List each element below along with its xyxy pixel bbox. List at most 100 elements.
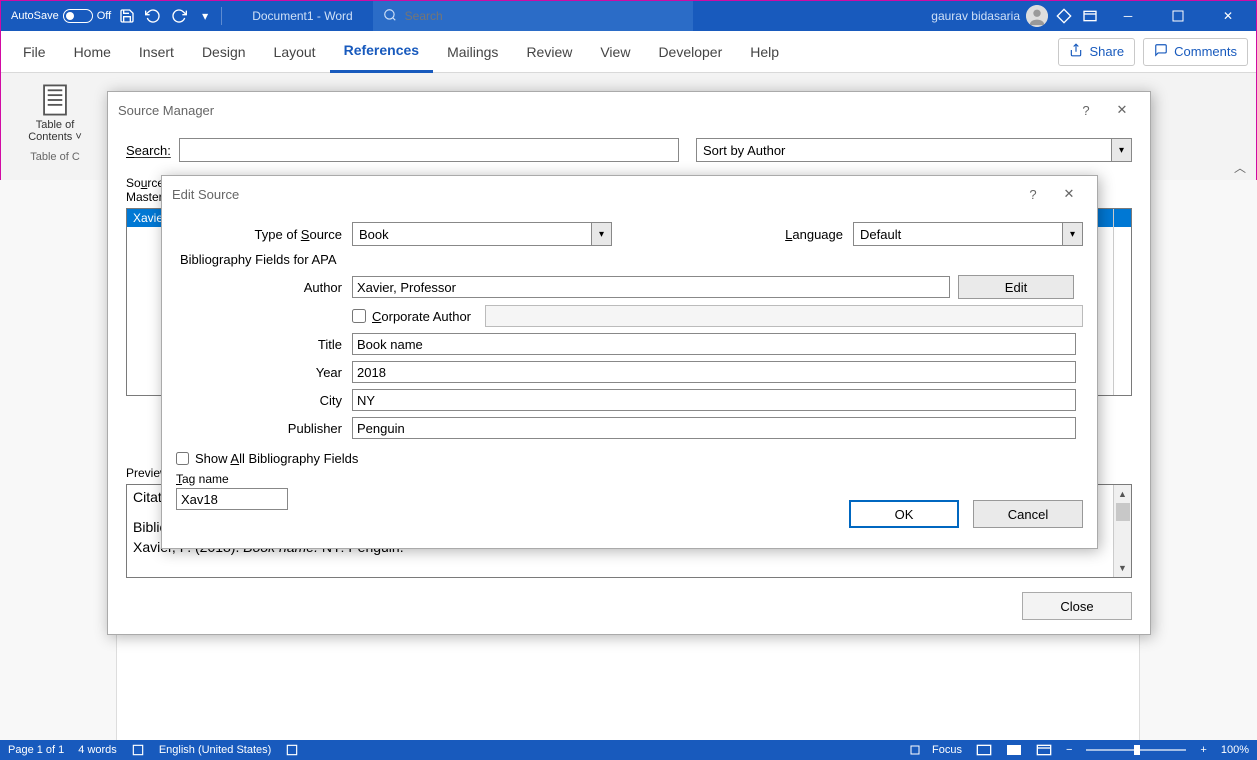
- tab-file[interactable]: File: [9, 31, 60, 73]
- publisher-label: Publisher: [176, 421, 352, 436]
- status-focus[interactable]: Focus: [909, 744, 962, 756]
- ok-button[interactable]: OK: [849, 500, 959, 528]
- zoom-level[interactable]: 100%: [1221, 744, 1249, 756]
- tab-home[interactable]: Home: [60, 31, 125, 73]
- edit-author-button[interactable]: Edit: [958, 275, 1074, 299]
- user-avatar[interactable]: [1026, 5, 1048, 27]
- author-input[interactable]: [352, 276, 950, 298]
- collapse-ribbon-icon[interactable]: ︿: [1234, 159, 1246, 176]
- edit-source-dialog: Edit Source ? ✕ Type of Source Book ▾ La…: [161, 175, 1098, 549]
- dialog-title: Source Manager: [118, 103, 214, 118]
- sm-search-input[interactable]: [179, 138, 679, 162]
- tab-references[interactable]: References: [330, 31, 434, 73]
- status-accessibility-icon[interactable]: [285, 743, 299, 757]
- zoom-in-icon[interactable]: +: [1200, 744, 1206, 756]
- tab-review[interactable]: Review: [512, 31, 586, 73]
- view-read-icon[interactable]: [976, 744, 992, 756]
- scrollbar[interactable]: ▲ ▼: [1113, 485, 1131, 577]
- ribbon-display-icon[interactable]: [1080, 6, 1100, 26]
- show-all-fields-checkbox[interactable]: [176, 452, 189, 465]
- autosave-label: AutoSave: [11, 10, 59, 22]
- user-name: gaurav bidasaria: [931, 9, 1020, 23]
- document-title: Document1 - Word: [232, 9, 372, 23]
- status-spellcheck-icon[interactable]: [131, 743, 145, 757]
- save-icon[interactable]: [117, 6, 137, 26]
- tag-name-label: Tag name: [176, 472, 1083, 486]
- redo-icon[interactable]: [169, 6, 189, 26]
- type-of-source-label: Type of Source: [176, 227, 352, 242]
- tab-view[interactable]: View: [586, 31, 644, 73]
- scroll-up-icon[interactable]: ▲: [1114, 485, 1131, 503]
- close-button[interactable]: ✕: [1206, 1, 1250, 31]
- help-icon[interactable]: ?: [1068, 92, 1104, 128]
- sort-select[interactable]: Sort by Author: [696, 138, 1112, 162]
- search-input[interactable]: [405, 9, 683, 23]
- author-label: Author: [176, 280, 352, 295]
- comments-icon: [1154, 43, 1168, 60]
- share-label: Share: [1089, 44, 1124, 59]
- comments-button[interactable]: Comments: [1143, 38, 1248, 66]
- corporate-author-label: Corporate Author: [372, 309, 471, 324]
- view-web-icon[interactable]: [1036, 744, 1052, 756]
- maximize-button[interactable]: [1156, 1, 1200, 31]
- undo-icon[interactable]: [143, 6, 163, 26]
- zoom-slider[interactable]: [1086, 749, 1186, 751]
- share-icon: [1069, 43, 1083, 60]
- title-label: Title: [176, 337, 352, 352]
- language-select[interactable]: Default: [853, 222, 1063, 246]
- close-icon[interactable]: ✕: [1051, 176, 1087, 212]
- zoom-out-icon[interactable]: −: [1066, 744, 1072, 756]
- chevron-down-icon[interactable]: ▾: [1063, 222, 1083, 246]
- tag-name-input[interactable]: [176, 488, 288, 510]
- type-of-source-select[interactable]: Book: [352, 222, 592, 246]
- chevron-down-icon[interactable]: ▾: [592, 222, 612, 246]
- title-bar: AutoSave Off ▾ Document1 - Word gaurav b…: [1, 1, 1256, 31]
- search-icon: [383, 8, 397, 25]
- scrollbar[interactable]: [1113, 209, 1131, 395]
- tab-layout[interactable]: Layout: [260, 31, 330, 73]
- status-language[interactable]: English (United States): [159, 744, 272, 756]
- toc-icon: [38, 83, 72, 117]
- autosave-state: Off: [97, 10, 111, 22]
- year-input[interactable]: [352, 361, 1076, 383]
- close-icon[interactable]: ✕: [1104, 92, 1140, 128]
- tab-developer[interactable]: Developer: [644, 31, 736, 73]
- status-bar: Page 1 of 1 4 words English (United Stat…: [0, 740, 1257, 760]
- corporate-author-input: [485, 305, 1083, 327]
- share-button[interactable]: Share: [1058, 38, 1135, 66]
- tab-mailings[interactable]: Mailings: [433, 31, 512, 73]
- toc-group-label: Table of C: [30, 151, 80, 163]
- scroll-thumb[interactable]: [1116, 503, 1130, 521]
- dialog-title: Edit Source: [172, 187, 239, 202]
- title-input[interactable]: [352, 333, 1076, 355]
- toc-label: Table ofContents ˅: [28, 119, 82, 143]
- table-of-contents-button[interactable]: Table ofContents ˅: [28, 83, 82, 143]
- fields-group-label: Bibliography Fields for APA: [180, 252, 1083, 267]
- city-label: City: [176, 393, 352, 408]
- customize-qat-icon[interactable]: ▾: [195, 6, 215, 26]
- diamond-icon[interactable]: [1054, 6, 1074, 26]
- close-button[interactable]: Close: [1022, 592, 1132, 620]
- city-input[interactable]: [352, 389, 1076, 411]
- ribbon-tabs: File Home Insert Design Layout Reference…: [1, 31, 1256, 73]
- year-label: Year: [176, 365, 352, 380]
- cancel-button[interactable]: Cancel: [973, 500, 1083, 528]
- view-print-icon[interactable]: [1006, 744, 1022, 756]
- show-all-fields-label: Show All Bibliography Fields: [195, 451, 358, 466]
- minimize-button[interactable]: ─: [1106, 1, 1150, 31]
- toggle-switch-icon: [63, 9, 93, 23]
- tab-help[interactable]: Help: [736, 31, 793, 73]
- publisher-input[interactable]: [352, 417, 1076, 439]
- search-label: Search:: [126, 143, 171, 158]
- chevron-down-icon[interactable]: ▾: [1112, 138, 1132, 162]
- tab-design[interactable]: Design: [188, 31, 260, 73]
- status-page[interactable]: Page 1 of 1: [8, 744, 64, 756]
- corporate-author-checkbox[interactable]: [352, 309, 366, 323]
- status-words[interactable]: 4 words: [78, 744, 117, 756]
- tab-insert[interactable]: Insert: [125, 31, 188, 73]
- scroll-down-icon[interactable]: ▼: [1114, 559, 1131, 577]
- comments-label: Comments: [1174, 44, 1237, 59]
- autosave-toggle[interactable]: AutoSave Off: [11, 9, 111, 23]
- search-box[interactable]: [373, 1, 693, 31]
- help-icon[interactable]: ?: [1015, 176, 1051, 212]
